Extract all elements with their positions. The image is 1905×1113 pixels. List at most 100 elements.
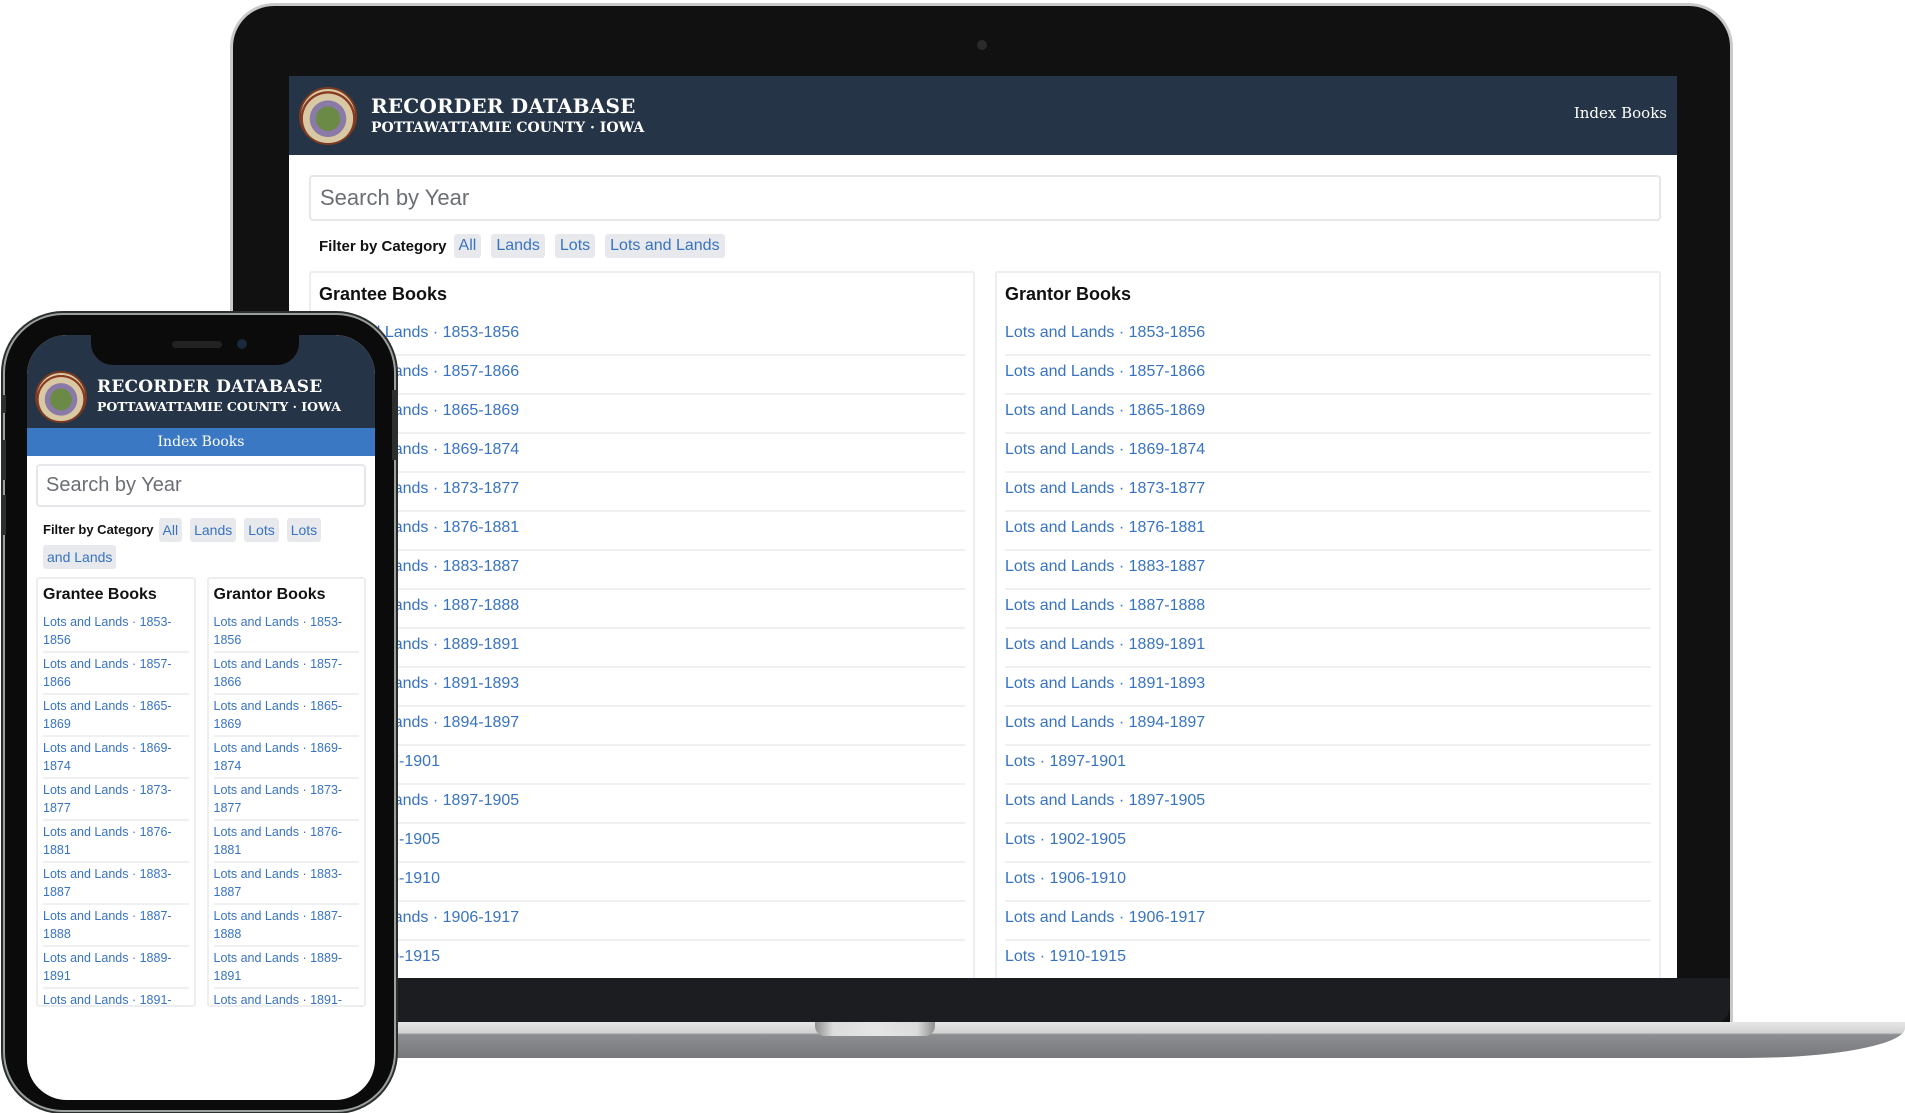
nav-index-books[interactable]: Index Books: [1574, 104, 1667, 122]
book-link[interactable]: Lots · 1902-1905: [1005, 831, 1126, 848]
book-link[interactable]: Lots and Lands · 1876-1881: [43, 825, 172, 857]
mobile-grantor-books-heading: Grantor Books: [213, 586, 326, 603]
grantor-books-card: Grantor Books Lots and Lands · 1853-1856…: [995, 271, 1661, 978]
book-link[interactable]: Lots and Lands · 1869-1874: [1005, 441, 1205, 458]
mobile-filter-lands[interactable]: Lands: [190, 518, 237, 542]
mobile-grantee-books-list: Lots and Lands · 1853-1856 Lots and Lands…: [43, 611, 189, 1005]
mobile-grantee-books-heading: Grantee Books: [43, 586, 157, 603]
filter-lands[interactable]: Lands: [491, 234, 545, 258]
site-header: RECORDER DATABASE POTTAWATTAMIE COUNTY ·…: [289, 76, 1677, 155]
county-seal-icon[interactable]: [35, 370, 87, 423]
mobile-nav-index-books[interactable]: Index Books: [27, 428, 375, 456]
book-list-item: Lots and Lands · 1883-1887: [43, 863, 189, 905]
book-list-item: Lots and Lands · 1857-1866: [43, 653, 189, 695]
book-link[interactable]: Lots and Lands · 1876-1881: [214, 825, 343, 857]
book-link[interactable]: Lots and Lands · 1853-1856: [1005, 324, 1205, 341]
book-list-item: Lots and Lands · 1883-1887: [319, 551, 965, 590]
mobile-brand[interactable]: RECORDER DATABASE POTTAWATTAMIE COUNTY ·…: [97, 377, 341, 416]
book-list-item: Lots · 1910-1915: [319, 941, 965, 978]
book-link[interactable]: Lots and Lands · 1891-1893: [1005, 675, 1205, 692]
book-link[interactable]: Lots and Lands · 1865-1869: [43, 699, 172, 731]
book-link[interactable]: Lots and Lands · 1869-1874: [43, 741, 172, 773]
book-link[interactable]: Lots and Lands · 1869-1874: [214, 741, 343, 773]
book-link[interactable]: Lots and Lands · 1876-1881: [1005, 519, 1205, 536]
book-link[interactable]: Lots · 1897-1901: [1005, 753, 1126, 770]
book-link[interactable]: Lots and Lands · 1891-1893: [214, 993, 343, 1005]
book-link[interactable]: Lots and Lands · 1883-1887: [1005, 558, 1205, 575]
book-list-item: Lots and Lands · 1887-1888: [319, 590, 965, 629]
book-list-item: Lots and Lands · 1887-1888: [1005, 590, 1651, 629]
book-link[interactable]: Lots · 1906-1910: [1005, 870, 1126, 887]
book-list-item: Lots and Lands · 1873-1877: [213, 779, 359, 821]
mobile-filter-lots-and-lands-part1[interactable]: Lots: [286, 518, 322, 542]
main-content: Filter by Category All Lands Lots Lots a…: [289, 155, 1677, 978]
book-link[interactable]: Lots and Lands · 1853-1856: [214, 615, 343, 647]
book-link[interactable]: Lots and Lands · 1857-1866: [1005, 363, 1205, 380]
mobile-filter-label: Filter by Category: [43, 522, 154, 537]
book-list-item: Lots and Lands · 1869-1874: [213, 737, 359, 779]
book-columns: Grantee Books Lots and Lands · 1853-1856…: [309, 271, 1661, 978]
mobile-book-columns: Grantee Books Lots and Lands · 1853-1856…: [36, 577, 366, 1007]
mobile-grantor-books-list: Lots and Lands · 1853-1856 Lots and Lands…: [213, 611, 359, 1005]
mobile-filter-all[interactable]: All: [158, 518, 183, 542]
book-link[interactable]: Lots and Lands · 1873-1877: [43, 783, 172, 815]
book-list-item: Lots · 1910-1915: [1005, 941, 1651, 978]
book-link[interactable]: Lots and Lands · 1889-1891: [43, 951, 172, 983]
book-list-item: Lots · 1906-1910: [319, 863, 965, 902]
mobile-search-input[interactable]: [36, 464, 366, 507]
filter-lots[interactable]: Lots: [554, 234, 596, 258]
grantee-books-card: Grantee Books Lots and Lands · 1853-1856…: [309, 271, 975, 978]
mobile-filter-lots-and-lands-part2[interactable]: and Lands: [43, 545, 117, 569]
county-seal-icon[interactable]: [299, 86, 357, 145]
book-link[interactable]: Lots and Lands · 1883-1887: [214, 867, 343, 899]
book-list-item: Lots and Lands · 1891-1893: [43, 989, 189, 1005]
book-list-item: Lots and Lands · 1876-1881: [43, 821, 189, 863]
book-link[interactable]: Lots and Lands · 1857-1866: [214, 657, 343, 689]
book-list-item: Lots and Lands · 1906-1917: [319, 902, 965, 941]
mobile-category-filter: Filter by Category All Lands Lots Lots a…: [36, 517, 366, 569]
search-input[interactable]: [309, 175, 1661, 221]
grantor-books-list: Lots and Lands · 1853-1856 Lots and Lands…: [1005, 317, 1651, 978]
book-list-item: Lots and Lands · 1865-1869: [1005, 395, 1651, 434]
book-list-item: Lots and Lands · 1873-1877: [43, 779, 189, 821]
phone-screen: RECORDER DATABASE POTTAWATTAMIE COUNTY ·…: [27, 335, 375, 1100]
book-list-item: Lots and Lands · 1853-1856: [319, 317, 965, 356]
book-link[interactable]: Lots and Lands · 1883-1887: [43, 867, 172, 899]
laptop-base: [300, 1022, 1905, 1058]
book-list-item: Lots and Lands · 1897-1905: [1005, 785, 1651, 824]
book-link[interactable]: Lots and Lands · 1887-1888: [43, 909, 172, 941]
book-list-item: Lots and Lands · 1889-1891: [319, 629, 965, 668]
filter-label: Filter by Category: [319, 237, 447, 255]
book-list-item: Lots · 1902-1905: [1005, 824, 1651, 863]
book-link[interactable]: Lots and Lands · 1889-1891: [214, 951, 343, 983]
book-link[interactable]: Lots and Lands · 1906-1917: [1005, 909, 1205, 926]
book-list-item: Lots and Lands · 1873-1877: [1005, 473, 1651, 512]
book-list-item: Lots and Lands · 1865-1869: [213, 695, 359, 737]
brand[interactable]: RECORDER DATABASE POTTAWATTAMIE COUNTY ·…: [371, 94, 644, 138]
book-link[interactable]: Lots and Lands · 1889-1891: [1005, 636, 1205, 653]
book-link[interactable]: Lots and Lands · 1891-1893: [43, 993, 172, 1005]
book-list-item: Lots and Lands · 1889-1891: [213, 947, 359, 989]
mobile-filter-lots[interactable]: Lots: [244, 518, 279, 542]
book-link[interactable]: Lots and Lands · 1894-1897: [1005, 714, 1205, 731]
book-link[interactable]: Lots and Lands · 1897-1905: [1005, 792, 1205, 809]
laptop-bezel-bottom: [233, 978, 1730, 1024]
book-link[interactable]: Lots and Lands · 1865-1869: [1005, 402, 1205, 419]
book-link[interactable]: Lots and Lands · 1873-1877: [214, 783, 343, 815]
book-link[interactable]: Lots · 1910-1915: [1005, 948, 1126, 965]
filter-all[interactable]: All: [453, 234, 482, 258]
site-subtitle: POTTAWATTAMIE COUNTY · IOWA: [371, 119, 645, 136]
book-link[interactable]: Lots and Lands · 1887-1888: [1005, 597, 1205, 614]
book-link[interactable]: Lots and Lands · 1865-1869: [214, 699, 343, 731]
phone-notch: [91, 335, 299, 365]
book-list-item: Lots and Lands · 1857-1866: [1005, 356, 1651, 395]
book-list-item: Lots and Lands · 1876-1881: [213, 821, 359, 863]
book-list-item: Lots and Lands · 1857-1866: [213, 653, 359, 695]
book-list-item: Lots · 1902-1905: [319, 824, 965, 863]
book-link[interactable]: Lots and Lands · 1853-1856: [43, 615, 172, 647]
book-link[interactable]: Lots and Lands · 1857-1866: [43, 657, 172, 689]
book-list-item: Lots and Lands · 1887-1888: [213, 905, 359, 947]
book-link[interactable]: Lots and Lands · 1887-1888: [214, 909, 343, 941]
book-link[interactable]: Lots and Lands · 1873-1877: [1005, 480, 1205, 497]
filter-lots-and-lands[interactable]: Lots and Lands: [605, 234, 725, 258]
